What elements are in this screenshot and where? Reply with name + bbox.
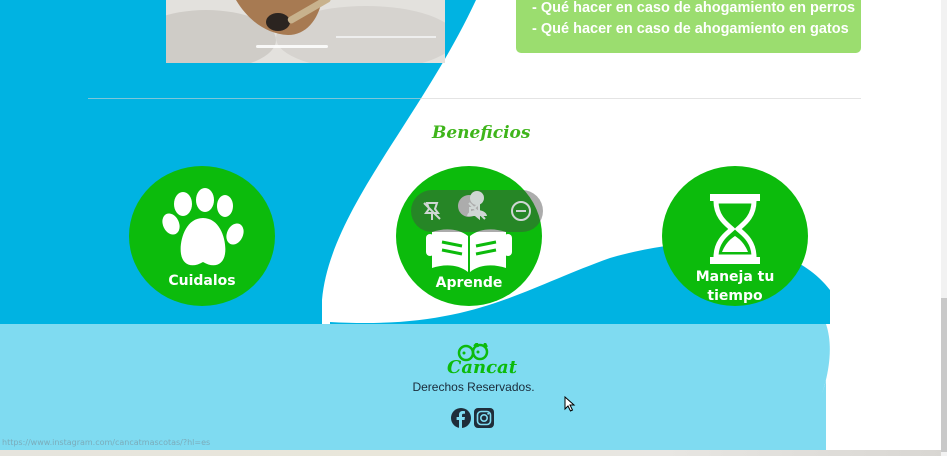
tip-link-cats[interactable]: - Qué hacer en caso de ahogamiento en ga… — [532, 19, 849, 40]
tips-card: - Qué hacer en caso de ahogamiento en pe… — [516, 0, 861, 53]
hourglass-icon — [710, 194, 760, 264]
mouse-cursor-icon — [564, 396, 576, 412]
scrollbar-thumb[interactable] — [941, 298, 947, 452]
brand-name: Cancat — [447, 357, 518, 378]
mute-icon[interactable] — [466, 200, 488, 222]
instagram-icon[interactable] — [474, 408, 494, 428]
section-divider — [88, 98, 861, 99]
slider-indicator[interactable] — [256, 45, 328, 48]
tip-link-dogs[interactable]: - Qué hacer en caso de ahogamiento en pe… — [532, 0, 855, 19]
bottom-edge — [0, 450, 947, 456]
benefit-label-line1: Maneja tu — [695, 269, 775, 285]
benefit-label: Aprende — [435, 275, 503, 291]
benefit-label-line2: tiempo — [707, 288, 763, 304]
hero-photo — [166, 0, 445, 63]
status-bar-url: https://www.instagram.com/cancatmascotas… — [2, 438, 211, 447]
media-overlay-controls[interactable] — [411, 190, 543, 232]
copyright-text: Derechos Reservados. — [412, 380, 535, 394]
benefit-aprende[interactable]: Aprende — [396, 166, 542, 306]
paw-icon — [162, 188, 244, 266]
facebook-icon[interactable] — [451, 408, 471, 428]
benefit-label: Cuidalos — [168, 273, 236, 289]
scrollbar-track[interactable] — [941, 0, 947, 456]
benefits-title: Beneficios — [432, 123, 531, 143]
footer-logo[interactable]: Cancat — [444, 343, 517, 381]
minimize-icon[interactable] — [510, 200, 532, 222]
benefit-cuidalos[interactable]: Cuidalos — [129, 166, 275, 306]
unpin-icon[interactable] — [421, 200, 443, 222]
dog-photo-image — [166, 0, 445, 63]
benefit-maneja-tu-tiempo[interactable]: Maneja tu tiempo — [662, 166, 808, 306]
page: - Qué hacer en caso de ahogamiento en pe… — [0, 0, 947, 456]
